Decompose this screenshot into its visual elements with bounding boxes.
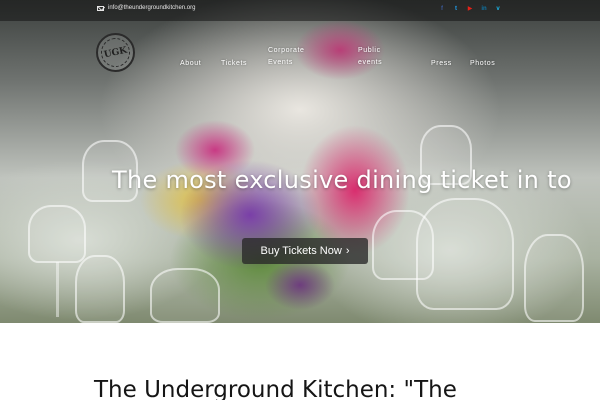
site-logo[interactable]: UGK <box>96 33 135 72</box>
nav-item-tickets[interactable]: Tickets <box>221 58 247 70</box>
logo-text: UGK <box>103 45 128 60</box>
nav-item-press[interactable]: Press <box>431 58 452 70</box>
buy-tickets-label: Buy Tickets Now <box>260 245 342 257</box>
nav-item-corporate-events[interactable]: Corporate Events <box>268 45 305 69</box>
twitter-icon[interactable]: t <box>452 5 460 13</box>
linkedin-icon[interactable]: in <box>480 5 488 13</box>
nav-item-public-events[interactable]: Public events <box>358 45 382 69</box>
wine-glass-image <box>28 205 86 263</box>
wine-glass-image <box>150 268 220 323</box>
hero-headline: The most exclusive dining ticket in to <box>112 166 572 194</box>
logo-ring: UGK <box>98 35 133 70</box>
youtube-icon[interactable]: ▶ <box>466 5 474 13</box>
section-title: The Underground Kitchen: "The <box>94 377 457 400</box>
wine-glass-image <box>524 234 584 322</box>
top-bar: info@theundergroundkitchen.org f t ▶ in … <box>0 0 600 21</box>
social-links: f t ▶ in v <box>438 5 502 13</box>
envelope-icon <box>97 5 104 11</box>
nav-item-about[interactable]: About <box>180 58 201 70</box>
contact-email-text: info@theundergroundkitchen.org <box>108 5 196 11</box>
vimeo-icon[interactable]: v <box>494 5 502 13</box>
nav-item-photos[interactable]: Photos <box>470 58 495 70</box>
wine-glass-image <box>416 198 514 310</box>
wine-glass-stem <box>56 262 59 317</box>
contact-email[interactable]: info@theundergroundkitchen.org <box>97 5 195 11</box>
facebook-icon[interactable]: f <box>438 5 446 13</box>
chevron-right-icon: › <box>345 245 350 257</box>
buy-tickets-button[interactable]: Buy Tickets Now › <box>242 238 368 264</box>
wine-glass-image <box>75 255 125 323</box>
